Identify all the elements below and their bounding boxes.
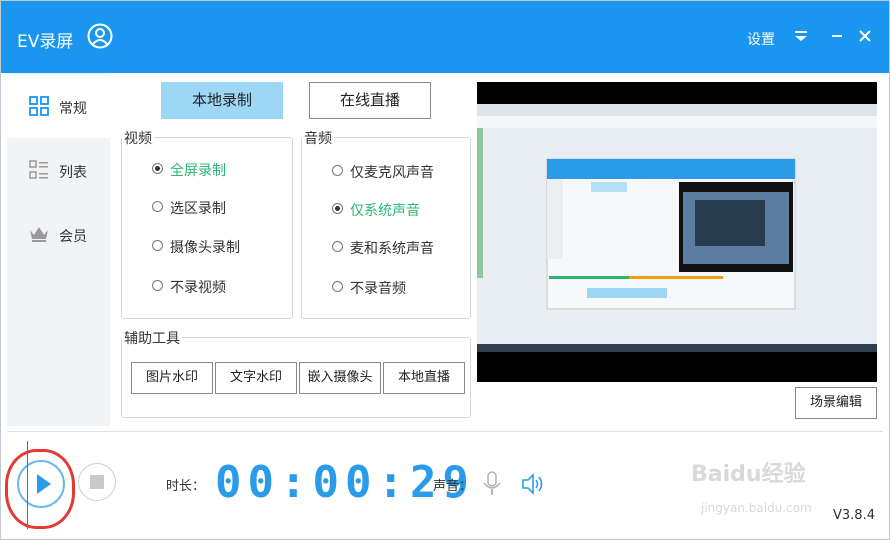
radio-dot [332,203,343,214]
baidu-watermark-url: jingyan.baidu.com [701,501,812,515]
volume-label: 声音： [433,479,473,494]
local-record-button[interactable]: 本地录制 [161,82,283,119]
app-window: EV录屏 设置 常规 列表 会员 本地录制 在线直播 视频 全屏录制 选区录制 … [0,0,890,540]
sidebar-item-member[interactable]: 会员 [7,202,110,266]
radio-label: 仅系统声音 [350,203,420,219]
user-icon[interactable] [87,23,113,49]
red-line-annotation [27,441,28,529]
baidu-watermark: Baidu经验 [691,462,806,487]
microphone-icon[interactable] [481,471,503,497]
radio-dot [152,163,163,174]
radio-label: 摄像头录制 [170,240,240,256]
scene-edit-button[interactable]: 场景编辑 [795,387,877,419]
radio-label: 选区录制 [170,201,226,217]
radio-label: 仅麦克风声音 [350,165,434,181]
speaker-icon[interactable] [521,473,545,495]
settings-button[interactable]: 设置 [747,29,775,49]
minimize-icon[interactable] [826,25,848,47]
radio-label: 全屏录制 [170,163,226,179]
sidebar: 常规 列表 会员 [7,73,110,426]
app-title: EV录屏 [17,32,74,52]
online-live-button[interactable]: 在线直播 [309,82,431,119]
sidebar-item-general[interactable]: 常规 [7,74,110,138]
embed-camera-button[interactable]: 嵌入摄像头 [299,362,381,394]
radio-dot [152,201,163,212]
video-group-title: 视频 [122,128,154,148]
version-label: V3.8.4 [833,508,875,523]
radio-label: 不录视频 [170,280,226,296]
crown-icon [30,227,48,242]
audio-group-title: 音频 [302,128,334,148]
title-bar: EV录屏 设置 [1,1,889,73]
local-live-button[interactable]: 本地直播 [383,362,465,394]
radio-label: 麦和系统声音 [350,241,434,257]
menu-dropdown-icon[interactable] [790,25,812,47]
preview-panel [477,82,877,382]
sidebar-item-label: 常规 [59,101,87,117]
radio-dot [332,241,343,252]
list-icon [29,160,48,179]
desktop-preview-image [477,82,877,382]
grid-icon [29,96,49,116]
duration-label: 时长： [166,479,206,494]
red-circle-annotation [5,449,75,529]
divider [7,431,883,432]
sidebar-item-list[interactable]: 列表 [7,138,110,202]
stop-button[interactable] [78,463,116,501]
radio-dot [152,240,163,251]
sidebar-item-label: 列表 [59,165,87,181]
radio-label: 不录音频 [350,281,406,297]
tools-group-title: 辅助工具 [122,328,182,348]
sidebar-item-label: 会员 [59,229,87,245]
radio-dot [332,281,343,292]
close-icon[interactable] [854,25,876,47]
radio-dot [332,165,343,176]
image-watermark-button[interactable]: 图片水印 [131,362,213,394]
radio-dot [152,280,163,291]
text-watermark-button[interactable]: 文字水印 [215,362,297,394]
